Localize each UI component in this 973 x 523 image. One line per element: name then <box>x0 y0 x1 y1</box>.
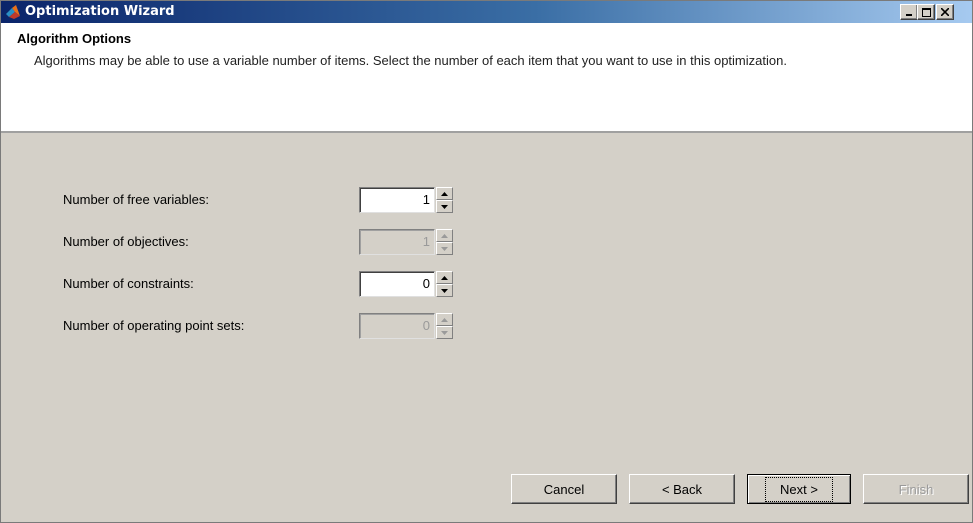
spinner-down-button[interactable] <box>436 284 453 297</box>
next-button-label: Next > <box>765 476 833 502</box>
wizard-window: Optimization Wizard Algorithm Options Al… <box>0 0 973 523</box>
cancel-button[interactable]: Cancel <box>511 474 617 504</box>
arrow-up-icon <box>441 317 448 322</box>
minimize-button[interactable] <box>900 4 918 20</box>
arrow-up-icon <box>441 275 448 280</box>
objectives-label: Number of objectives: <box>63 234 189 249</box>
close-button[interactable] <box>936 4 954 20</box>
spinner-down-button <box>436 326 453 339</box>
objectives-spinner: 1 <box>359 229 455 255</box>
spinner-down-button[interactable] <box>436 200 453 213</box>
title-bar[interactable]: Optimization Wizard <box>1 1 972 23</box>
maximize-button[interactable] <box>917 4 935 20</box>
free-variables-spinner[interactable]: 1 <box>359 187 455 213</box>
page-title: Algorithm Options <box>17 31 132 46</box>
maximize-icon <box>921 7 931 17</box>
spinner-up-button[interactable] <box>436 187 453 200</box>
constraints-spinner[interactable]: 0 <box>359 271 455 297</box>
arrow-up-icon <box>441 191 448 196</box>
spinner-up-button <box>436 313 453 326</box>
spinner-arrows <box>436 271 453 297</box>
finish-button: Finish <box>863 474 969 504</box>
next-button[interactable]: Next > <box>747 474 851 504</box>
spinner-up-button[interactable] <box>436 271 453 284</box>
operating-point-sets-label: Number of operating point sets: <box>63 318 245 333</box>
arrow-up-icon <box>441 233 448 238</box>
wizard-header: Algorithm Options Algorithms may be able… <box>1 23 972 133</box>
arrow-down-icon <box>441 288 448 293</box>
matlab-icon <box>5 4 21 20</box>
minimize-icon <box>906 14 912 16</box>
operating-point-sets-field: 0 <box>359 313 435 339</box>
constraints-field[interactable]: 0 <box>359 271 435 297</box>
objectives-field: 1 <box>359 229 435 255</box>
operating-point-sets-spinner: 0 <box>359 313 455 339</box>
spinner-up-button <box>436 229 453 242</box>
spinner-down-button <box>436 242 453 255</box>
window-title: Optimization Wizard <box>25 4 175 19</box>
free-variables-label: Number of free variables: <box>63 192 209 207</box>
spinner-arrows <box>436 229 453 255</box>
arrow-down-icon <box>441 246 448 251</box>
back-button[interactable]: < Back <box>629 474 735 504</box>
spinner-arrows <box>436 313 453 339</box>
free-variables-field[interactable]: 1 <box>359 187 435 213</box>
spinner-arrows <box>436 187 453 213</box>
arrow-down-icon <box>441 204 448 209</box>
constraints-label: Number of constraints: <box>63 276 194 291</box>
arrow-down-icon <box>441 330 448 335</box>
close-icon <box>941 8 949 16</box>
page-description: Algorithms may be able to use a variable… <box>34 53 787 68</box>
